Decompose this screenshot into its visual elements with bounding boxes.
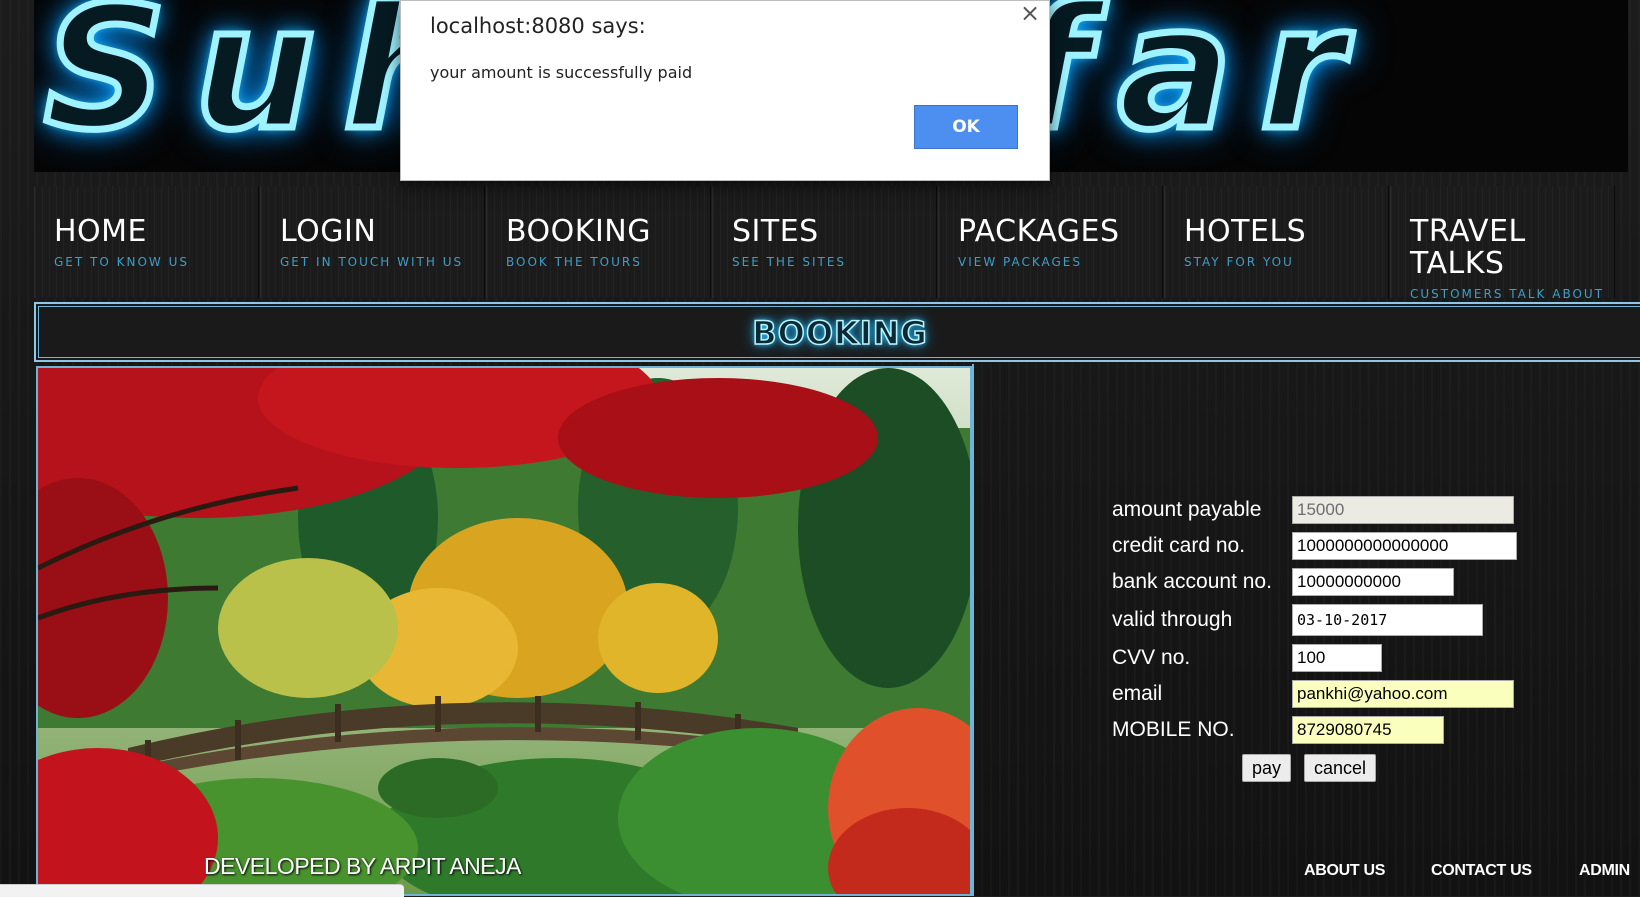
- nav-subtitle: GET IN TOUCH WITH US: [280, 255, 464, 269]
- pay-button[interactable]: pay: [1242, 754, 1292, 782]
- nav-item-sites[interactable]: SITES SEE THE SITES: [712, 186, 937, 298]
- nav-subtitle: SEE THE SITES: [732, 255, 847, 269]
- garden-illustration: [38, 368, 970, 894]
- nav-title: HOTELS: [1184, 214, 1307, 249]
- nav-title: BOOKING: [506, 214, 651, 249]
- valid-label: valid through: [1112, 608, 1233, 631]
- email-field[interactable]: [1292, 680, 1514, 708]
- nav-item-travel-talks[interactable]: TRAVEL TALKS CUSTOMERS TALK ABOUT TRAVEL: [1390, 186, 1615, 317]
- amount-label: amount payable: [1112, 498, 1262, 521]
- alert-title: localhost:8080 says:: [430, 14, 646, 38]
- browser-status-bar: [0, 884, 404, 897]
- ok-button[interactable]: OK: [914, 105, 1018, 149]
- bank-account-field[interactable]: [1292, 568, 1454, 596]
- footer-admin-link[interactable]: ADMIN: [1579, 862, 1630, 880]
- nav-title: SITES: [732, 214, 819, 249]
- nav-item-packages[interactable]: PACKAGES VIEW PACKAGES: [938, 186, 1163, 298]
- alert-dialog: localhost:8080 says: your amount is succ…: [400, 0, 1050, 181]
- developer-credit: DEVELOPED BY ARPIT ANEJA: [204, 853, 521, 879]
- nav-title: LOGIN: [280, 214, 377, 249]
- main-nav: HOME GET TO KNOW US LOGIN GET IN TOUCH W…: [34, 186, 1640, 317]
- nav-subtitle: GET TO KNOW US: [54, 255, 189, 269]
- cancel-button[interactable]: cancel: [1304, 754, 1377, 782]
- nav-item-home[interactable]: HOME GET TO KNOW US: [34, 186, 259, 298]
- footer-contact-link[interactable]: CONTACT US: [1431, 862, 1532, 880]
- card-label: credit card no.: [1112, 534, 1246, 557]
- nav-item-hotels[interactable]: HOTELS STAY FOR YOU: [1164, 186, 1389, 298]
- nav-title: TRAVEL TALKS: [1410, 214, 1526, 281]
- amount-payable-field[interactable]: [1292, 496, 1514, 524]
- nav-subtitle: BOOK THE TOURS: [506, 255, 642, 269]
- booking-header: BOOKING: [34, 302, 1640, 362]
- mobile-field[interactable]: [1292, 716, 1444, 744]
- garden-photo: [36, 366, 972, 896]
- footer-about-link[interactable]: ABOUT US: [1304, 862, 1385, 880]
- mobile-label: MOBILE NO.: [1112, 718, 1235, 741]
- cvv-label: CVV no.: [1112, 646, 1191, 669]
- nav-subtitle: STAY FOR YOU: [1184, 255, 1294, 269]
- page-title: BOOKING: [751, 313, 928, 353]
- nav-item-login[interactable]: LOGIN GET IN TOUCH WITH US: [260, 186, 485, 298]
- valid-through-date-field[interactable]: [1292, 604, 1483, 636]
- bank-label: bank account no.: [1112, 570, 1272, 593]
- credit-card-field[interactable]: [1292, 532, 1517, 560]
- nav-subtitle: VIEW PACKAGES: [958, 255, 1083, 269]
- nav-item-booking[interactable]: BOOKING BOOK THE TOURS: [486, 186, 711, 298]
- nav-title: PACKAGES: [958, 214, 1120, 249]
- cvv-field[interactable]: [1292, 644, 1382, 672]
- alert-message: your amount is successfully paid: [430, 63, 693, 82]
- close-icon[interactable]: ×: [1020, 0, 1040, 27]
- email-label: email: [1112, 682, 1163, 705]
- nav-title: HOME: [54, 214, 148, 249]
